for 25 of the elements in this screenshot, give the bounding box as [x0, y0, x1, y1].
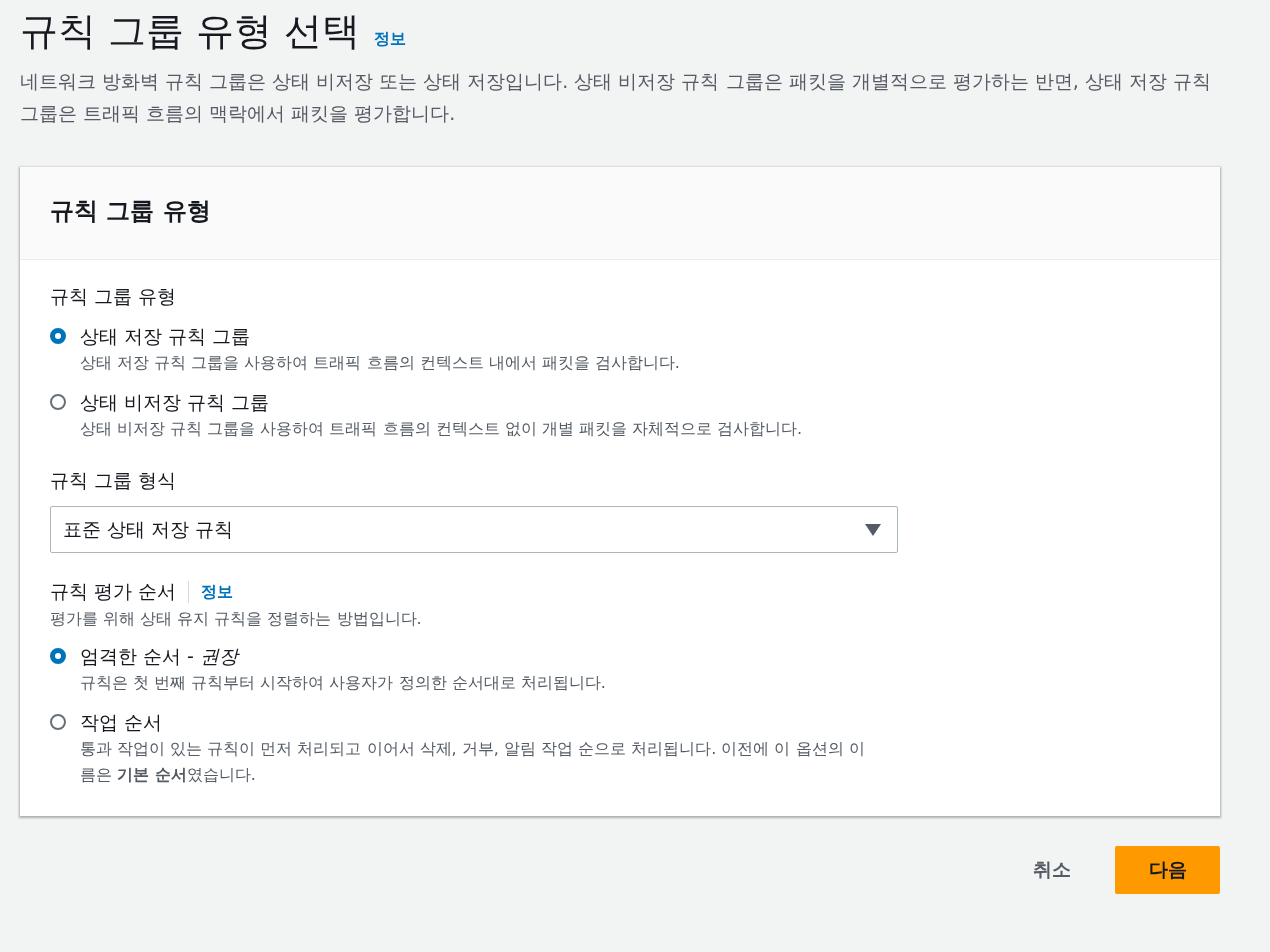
next-button[interactable]: 다음 [1115, 846, 1220, 894]
option-description: 상태 비저장 규칙 그룹을 사용하여 트래픽 흐름의 컨텍스트 없이 개별 패킷을 자체적으로 검사합니다. [80, 418, 804, 440]
field-label: 규칙 그룹 형식 [50, 468, 178, 493]
option-description: 규칙은 첫 번째 규칙부터 시작하여 사용자가 정의한 순서대로 처리됩니다. [80, 672, 607, 694]
page-description: 네트워크 방화벽 규칙 그룹은 상태 비저장 또는 상태 저장입니다. 상태 비저장 규칙 그룹은 패킷을 개별적으로 평가하는 반면, 상태 저장 규칙 그룹은 트래픽 흐름의 맥락에서 패킷을 평가합니다. [20, 69, 1212, 126]
field-label: 규칙 평가 순서 [50, 579, 177, 604]
radio-button[interactable] [50, 394, 66, 410]
option-description: 통과 작업이 있는 규칙이 먼저 처리되고 이어서 삭제, 거부, 알림 작업 순으로 처리됩니다. 이전에 이 옵션의 이름은 기본 순서였습니다. [80, 738, 866, 786]
option-label: 작업 순서 [80, 710, 164, 735]
info-link[interactable]: 정보 [201, 581, 234, 603]
radio-button[interactable] [50, 714, 66, 730]
radio-button[interactable] [50, 328, 66, 344]
page-title: 규칙 그룹 유형 선택 [20, 8, 361, 55]
option-label: 상태 저장 규칙 그룹 [80, 324, 252, 349]
radio-button[interactable] [50, 648, 66, 664]
card-title: 규칙 그룹 유형 [50, 196, 212, 227]
field-label: 규칙 그룹 유형 [50, 284, 178, 309]
field-description: 평가를 위해 상태 유지 규칙을 정렬하는 방법입니다. [50, 609, 423, 630]
option-label: 상태 비저장 규칙 그룹 [80, 390, 271, 415]
option-description: 상태 저장 규칙 그룹을 사용하여 트래픽 흐름의 컨텍스트 내에서 패킷을 검사합니다. [80, 352, 681, 374]
info-link[interactable]: 정보 [374, 29, 407, 50]
format-select[interactable]: 표준 상태 저장 규칙 [50, 506, 898, 553]
cancel-button[interactable]: 취소 [1029, 846, 1075, 894]
caret-icon [865, 523, 881, 536]
option-label: 엄격한 순서 - 권장 [80, 644, 241, 669]
